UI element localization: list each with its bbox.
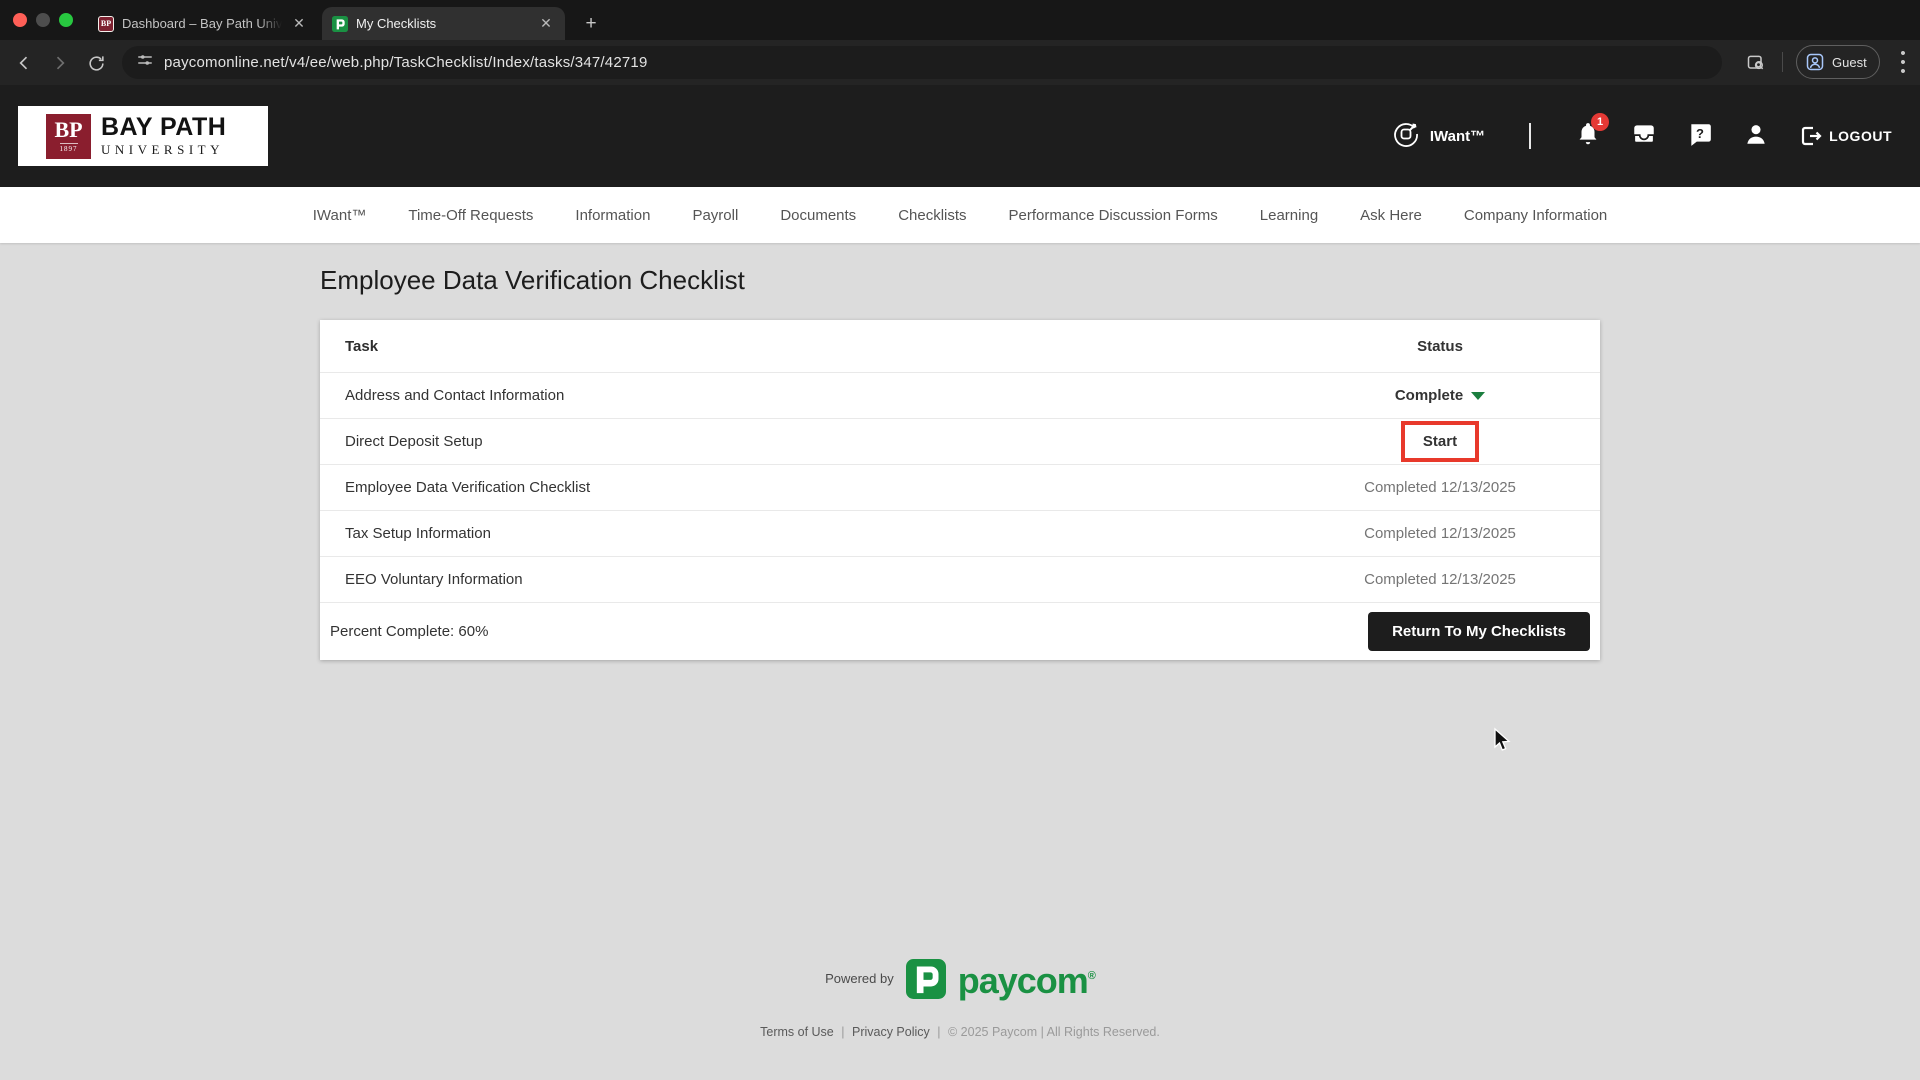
browser-toolbar: paycomonline.net/v4/ee/web.php/TaskCheck… xyxy=(0,40,1920,85)
paycom-wordmark: paycom® xyxy=(958,958,1095,999)
nav-documents[interactable]: Documents xyxy=(780,207,856,224)
back-icon[interactable] xyxy=(10,49,38,77)
profile-menu-button[interactable] xyxy=(1743,121,1769,152)
paycom-favicon-icon xyxy=(332,16,348,32)
tab-title: Dashboard – Bay Path Univers xyxy=(122,16,282,31)
app-header: BP 1897 BAY PATH UNIVERSITY IWant™ 1 ? xyxy=(0,85,1920,187)
window-minimize-button[interactable] xyxy=(36,13,50,27)
task-label: EEO Voluntary Information xyxy=(320,571,1280,588)
nav-time-off-requests[interactable]: Time-Off Requests xyxy=(408,207,533,224)
task-label: Direct Deposit Setup xyxy=(320,433,1280,450)
url-text: paycomonline.net/v4/ee/web.php/TaskCheck… xyxy=(164,54,648,71)
paycom-logo-icon xyxy=(906,959,946,999)
terms-of-use-link[interactable]: Terms of Use xyxy=(760,1025,834,1039)
browser-menu-icon[interactable]: ••• xyxy=(1893,49,1913,75)
table-header-row: Task Status xyxy=(320,320,1600,373)
powered-by-label: Powered by xyxy=(825,971,894,986)
help-button[interactable]: ? xyxy=(1687,121,1713,152)
logout-icon xyxy=(1799,124,1823,148)
browser-tab-strip: BP Dashboard – Bay Path Univers ✕ My Che… xyxy=(0,0,1920,40)
task-label: Employee Data Verification Checklist xyxy=(320,479,1280,496)
toolbar-divider xyxy=(1782,52,1783,72)
logo-line1: BAY PATH xyxy=(101,115,226,140)
table-footer-row: Percent Complete: 60% Return To My Check… xyxy=(320,603,1600,660)
checklist-table: Task Status Address and Contact Informat… xyxy=(320,320,1600,660)
header-divider xyxy=(1529,123,1531,149)
nav-company-information[interactable]: Company Information xyxy=(1464,207,1607,224)
guest-avatar-icon xyxy=(1805,52,1825,72)
inbox-button[interactable] xyxy=(1631,121,1657,152)
nav-information[interactable]: Information xyxy=(575,207,650,224)
notification-badge: 1 xyxy=(1591,113,1609,131)
nav-ask-here[interactable]: Ask Here xyxy=(1360,207,1422,224)
help-bubble-icon: ? xyxy=(1687,121,1713,147)
privacy-policy-link[interactable]: Privacy Policy xyxy=(852,1025,930,1039)
reload-icon[interactable] xyxy=(82,49,110,77)
baypath-favicon-icon: BP xyxy=(98,16,114,32)
table-row: Employee Data Verification Checklist Com… xyxy=(320,465,1600,511)
status-text: Completed 12/13/2025 xyxy=(1280,479,1600,496)
tab-search-icon[interactable] xyxy=(1742,49,1770,77)
tab-close-icon[interactable]: ✕ xyxy=(537,15,555,33)
table-row: EEO Voluntary Information Completed 12/1… xyxy=(320,557,1600,603)
table-row: Address and Contact Information Complete xyxy=(320,373,1600,419)
logo-line2: UNIVERSITY xyxy=(101,142,226,158)
site-info-icon[interactable] xyxy=(136,51,154,74)
forward-icon[interactable] xyxy=(46,49,74,77)
copyright-text: © 2025 Paycom | All Rights Reserved. xyxy=(948,1025,1160,1039)
task-label: Address and Contact Information xyxy=(320,387,1280,404)
status-text: Completed 12/13/2025 xyxy=(1280,525,1600,542)
iwant-label: IWant™ xyxy=(1430,128,1485,145)
baypath-monogram-icon: BP 1897 xyxy=(46,114,91,159)
table-row: Direct Deposit Setup Start xyxy=(320,419,1600,465)
percent-complete: Percent Complete: 60% xyxy=(320,623,1368,640)
column-header-task: Task xyxy=(320,338,1280,355)
profile-button[interactable]: Guest xyxy=(1796,45,1880,79)
mouse-cursor xyxy=(1492,727,1512,755)
baypath-logo[interactable]: BP 1897 BAY PATH UNIVERSITY xyxy=(18,106,268,166)
person-icon xyxy=(1743,121,1769,147)
nav-learning[interactable]: Learning xyxy=(1260,207,1318,224)
return-to-checklists-button[interactable]: Return To My Checklists xyxy=(1368,612,1590,651)
logout-button[interactable]: LOGOUT xyxy=(1799,124,1892,148)
chevron-down-icon xyxy=(1471,392,1485,400)
svg-text:?: ? xyxy=(1696,125,1704,140)
tab-close-icon[interactable]: ✕ xyxy=(290,15,308,33)
iwant-icon xyxy=(1392,120,1420,152)
address-bar[interactable]: paycomonline.net/v4/ee/web.php/TaskCheck… xyxy=(122,46,1722,79)
site-nav: IWant™ Time-Off Requests Information Pay… xyxy=(0,187,1920,243)
logout-label: LOGOUT xyxy=(1829,128,1892,144)
profile-label: Guest xyxy=(1832,55,1867,70)
page-title: Employee Data Verification Checklist xyxy=(320,265,745,296)
nav-performance-discussion-forms[interactable]: Performance Discussion Forms xyxy=(1009,207,1218,224)
status-text: Completed 12/13/2025 xyxy=(1280,571,1600,588)
tab-my-checklists[interactable]: My Checklists ✕ xyxy=(322,7,565,40)
start-button[interactable]: Start xyxy=(1401,421,1479,462)
notifications-button[interactable]: 1 xyxy=(1575,121,1601,152)
legal-footer: Terms of Use | Privacy Policy | © 2025 P… xyxy=(0,1025,1920,1039)
nav-checklists[interactable]: Checklists xyxy=(898,207,966,224)
tab-title: My Checklists xyxy=(356,16,529,31)
column-header-status: Status xyxy=(1280,338,1600,355)
table-row: Tax Setup Information Completed 12/13/20… xyxy=(320,511,1600,557)
task-label: Tax Setup Information xyxy=(320,525,1280,542)
powered-by-paycom: Powered by paycom® xyxy=(0,958,1920,999)
complete-status-dropdown[interactable]: Complete xyxy=(1395,387,1485,404)
nav-iwant[interactable]: IWant™ xyxy=(313,207,367,224)
inbox-tray-icon xyxy=(1631,121,1657,147)
new-tab-button[interactable]: + xyxy=(578,11,604,37)
tab-dashboard[interactable]: BP Dashboard – Bay Path Univers ✕ xyxy=(88,7,318,40)
window-zoom-button[interactable] xyxy=(59,13,73,27)
window-close-button[interactable] xyxy=(13,13,27,27)
nav-payroll[interactable]: Payroll xyxy=(692,207,738,224)
iwant-button[interactable]: IWant™ xyxy=(1392,120,1485,152)
